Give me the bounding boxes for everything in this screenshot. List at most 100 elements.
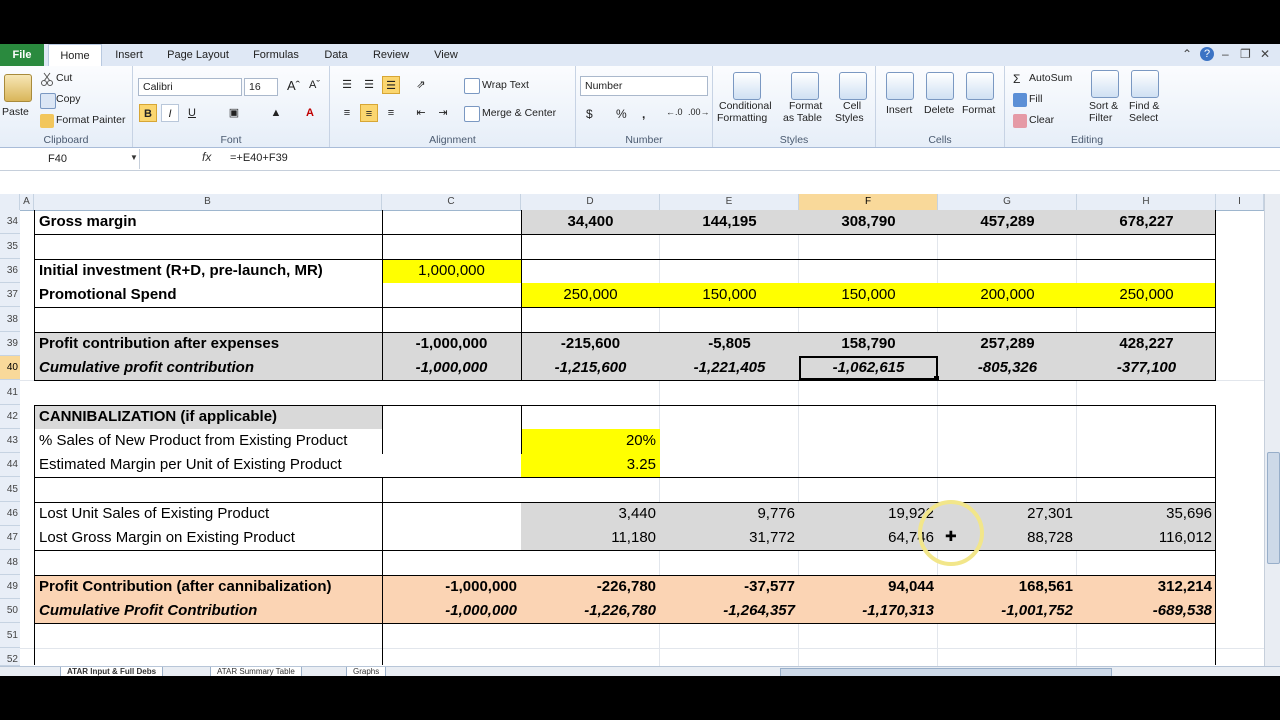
formula-input[interactable]: =+E40+F39 [230, 152, 288, 164]
percent-icon[interactable]: % [616, 107, 627, 121]
cell-c36[interactable]: 1,000,000 [382, 259, 521, 283]
row-header[interactable]: 43 [0, 429, 20, 453]
sort-filter-button[interactable]: Sort & [1089, 100, 1118, 112]
wrap-text-button[interactable]: Wrap Text [482, 79, 529, 91]
cell-styles-button[interactable]: Cell [843, 100, 861, 112]
row-header[interactable]: 34 [0, 210, 20, 234]
select-all-corner[interactable] [0, 194, 20, 210]
cell-b40[interactable]: Cumulative profit contribution [34, 356, 382, 380]
name-box[interactable]: F40 [0, 149, 140, 169]
cell-h34[interactable]: 678,227 [1077, 210, 1216, 234]
borders-icon[interactable]: ▣ [225, 104, 243, 122]
column-header-a[interactable]: A [20, 194, 34, 210]
cell-e37[interactable]: 150,000 [660, 283, 799, 307]
merge-center-button[interactable]: Merge & Center [482, 107, 556, 119]
column-header-e[interactable]: E [660, 194, 799, 210]
paste-icon[interactable] [4, 74, 32, 102]
fill-handle[interactable] [934, 376, 939, 381]
font-name-select[interactable]: Calibri [138, 78, 242, 96]
cell-g39[interactable]: 257,289 [938, 332, 1077, 356]
cell-b43[interactable]: % Sales of New Product from Existing Pro… [34, 429, 382, 453]
number-format-select[interactable]: Number [580, 76, 708, 96]
column-header-d[interactable]: D [521, 194, 660, 210]
row-header[interactable]: 48 [0, 550, 20, 575]
row-header[interactable]: 49 [0, 575, 20, 599]
align-left-icon[interactable]: ≡ [338, 104, 356, 122]
column-header-g[interactable]: G [938, 194, 1077, 210]
cell-d34[interactable]: 34,400 [521, 210, 660, 234]
align-bottom-icon[interactable]: ☰ [382, 76, 400, 94]
cell-c40[interactable]: -1,000,000 [382, 356, 521, 380]
cell-c50[interactable]: -1,000,000 [382, 599, 521, 623]
cell-d46[interactable]: 3,440 [521, 502, 660, 526]
row-header[interactable]: 40 [0, 356, 20, 380]
cell-h37[interactable]: 250,000 [1077, 283, 1216, 307]
format-painter-button[interactable]: Format Painter [56, 114, 125, 126]
row-header[interactable]: 50 [0, 599, 20, 623]
cell-e49[interactable]: -37,577 [660, 575, 799, 599]
row-header[interactable]: 38 [0, 307, 20, 332]
window-minimize-icon[interactable]: – [1222, 47, 1229, 61]
cell-f37[interactable]: 150,000 [799, 283, 938, 307]
cell-b47[interactable]: Lost Gross Margin on Existing Product [34, 526, 382, 550]
cell-e50[interactable]: -1,264,357 [660, 599, 799, 623]
tab-formulas[interactable]: Formulas [246, 44, 306, 66]
format-cells-button[interactable]: Format [962, 104, 995, 116]
row-header[interactable]: 41 [0, 380, 20, 405]
find-select-button[interactable]: Find & [1129, 100, 1159, 112]
cut-button[interactable]: Cut [56, 72, 72, 84]
cell-h49[interactable]: 312,214 [1077, 575, 1216, 599]
tab-file[interactable]: File [0, 44, 44, 66]
cell-h40[interactable]: -377,100 [1077, 356, 1216, 380]
font-color-icon[interactable]: A [301, 104, 319, 122]
sheet-tab-active[interactable]: ATAR Input & Full Debs [60, 667, 164, 676]
font-size-select[interactable]: 16 [244, 78, 278, 96]
insert-cells-button[interactable]: Insert [886, 104, 912, 116]
help-icon[interactable]: ? [1200, 47, 1214, 61]
vertical-scroll-thumb[interactable] [1267, 452, 1280, 564]
autosum-button[interactable]: AutoSum [1029, 72, 1072, 84]
cell-b49[interactable]: Profit Contribution (after cannibalizati… [34, 575, 382, 599]
cell-g37[interactable]: 200,000 [938, 283, 1077, 307]
cell-f34[interactable]: 308,790 [799, 210, 938, 234]
cell-b39[interactable]: Profit contribution after expenses [34, 332, 382, 356]
clear-button[interactable]: Clear [1029, 114, 1054, 126]
increase-indent-icon[interactable]: ⇥ [434, 104, 452, 122]
column-header-f[interactable]: F [799, 194, 938, 210]
cell-c49[interactable]: -1,000,000 [382, 575, 521, 599]
window-restore-icon[interactable]: ❐ [1240, 47, 1251, 61]
cell-f40-active[interactable]: -1,062,615 [799, 356, 938, 380]
worksheet-grid[interactable]: Gross margin 34,400 144,195 308,790 457,… [20, 210, 1264, 666]
window-close-icon[interactable]: ✕ [1260, 47, 1270, 61]
cell-d49[interactable]: -226,780 [521, 575, 660, 599]
format-as-table-button[interactable]: Format [789, 100, 822, 112]
align-center-icon[interactable]: ≡ [360, 104, 378, 122]
paste-button[interactable]: Paste [2, 106, 29, 118]
cell-f49[interactable]: 94,044 [799, 575, 938, 599]
increase-decimal-icon[interactable]: ←.0 [666, 107, 683, 117]
underline-button[interactable]: U [183, 104, 201, 122]
tab-home[interactable]: Home [48, 44, 102, 68]
cell-h39[interactable]: 428,227 [1077, 332, 1216, 356]
cell-g50[interactable]: -1,001,752 [938, 599, 1077, 623]
orientation-icon[interactable]: ⇗ [412, 76, 430, 94]
comma-style-icon[interactable]: , [642, 107, 645, 121]
cell-e40[interactable]: -1,221,405 [660, 356, 799, 380]
cell-b42[interactable]: CANNIBALIZATION (if applicable) [34, 405, 382, 429]
cell-c39[interactable]: -1,000,000 [382, 332, 521, 356]
cell-b46[interactable]: Lost Unit Sales of Existing Product [34, 502, 382, 526]
cell-f50[interactable]: -1,170,313 [799, 599, 938, 623]
cell-b44[interactable]: Estimated Margin per Unit of Existing Pr… [34, 453, 382, 477]
cell-d37[interactable]: 250,000 [521, 283, 660, 307]
tab-view[interactable]: View [426, 44, 466, 66]
column-header-i[interactable]: I [1216, 194, 1264, 210]
row-header[interactable]: 42 [0, 405, 20, 429]
row-header[interactable]: 47 [0, 526, 20, 550]
row-header[interactable]: 45 [0, 477, 20, 502]
minimize-ribbon-icon[interactable]: ⌃ [1182, 47, 1192, 61]
shrink-font-icon[interactable]: Aˇ [309, 79, 320, 91]
sheet-tab[interactable]: ATAR Summary Table [210, 667, 302, 676]
cell-g49[interactable]: 168,561 [938, 575, 1077, 599]
insert-function-icon[interactable]: fx [202, 150, 211, 164]
sheet-tab[interactable]: Graphs [346, 667, 387, 676]
